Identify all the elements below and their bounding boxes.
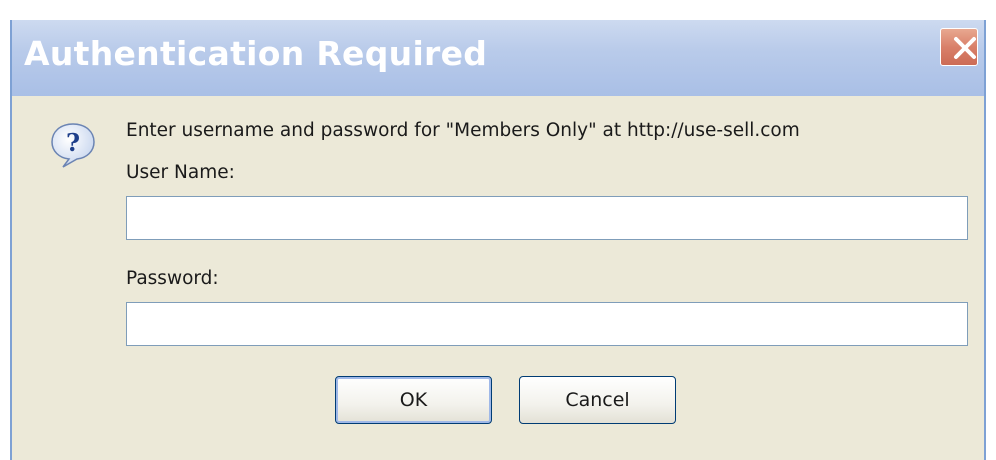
close-icon — [954, 37, 976, 59]
username-field[interactable] — [126, 196, 968, 240]
cancel-button[interactable]: Cancel — [519, 376, 676, 424]
title-bar[interactable]: Authentication Required — [12, 20, 984, 96]
password-label: Password: — [126, 268, 219, 289]
auth-dialog: Authentication Required ? Enter username… — [10, 20, 986, 460]
auth-prompt: Enter username and password for "Members… — [126, 120, 800, 141]
svg-text:?: ? — [66, 128, 80, 157]
ok-button[interactable]: OK — [335, 376, 492, 424]
password-field[interactable] — [126, 302, 968, 346]
close-button[interactable] — [940, 28, 978, 66]
username-label: User Name: — [126, 162, 235, 183]
question-mark-icon: ? — [51, 123, 95, 168]
dialog-title: Authentication Required — [24, 34, 488, 73]
